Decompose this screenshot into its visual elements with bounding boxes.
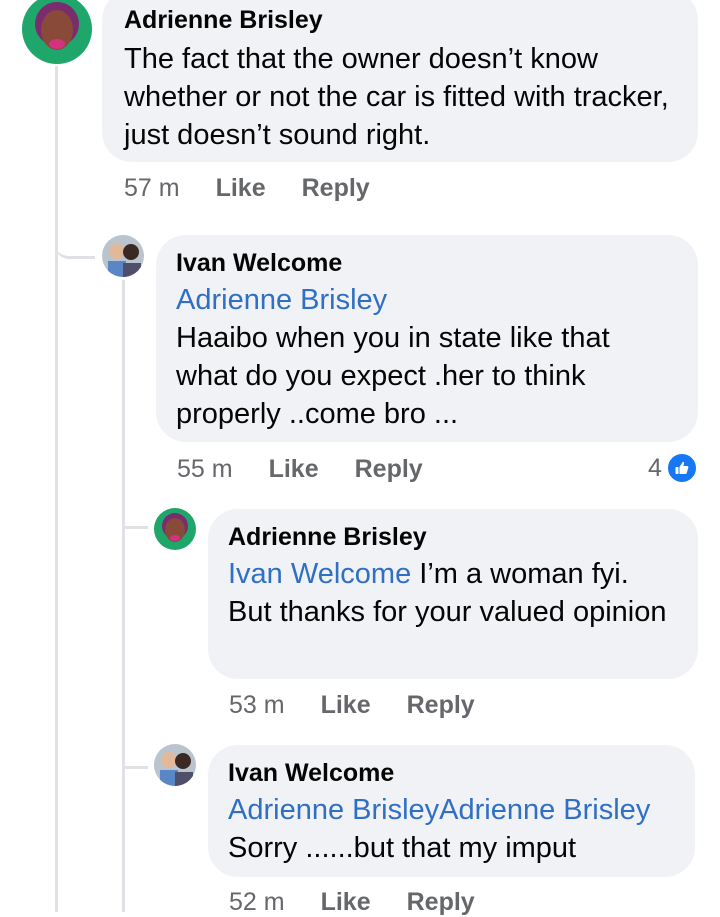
comment-author[interactable]: Adrienne Brisley <box>228 521 678 553</box>
reply-button[interactable]: Reply <box>302 174 370 203</box>
thread-line-reply <box>122 280 125 912</box>
avatar[interactable] <box>22 0 92 64</box>
mention-link[interactable]: Adrienne Brisley <box>176 281 678 319</box>
comment-author[interactable]: Ivan Welcome <box>176 247 678 279</box>
comment-text: The fact that the owner doesn’t know whe… <box>124 43 669 151</box>
comment-bubble: Adrienne Brisley Ivan Welcome I’m a woma… <box>208 509 698 679</box>
avatar[interactable] <box>154 744 196 786</box>
thread-connector <box>122 740 148 769</box>
avatar[interactable] <box>154 508 196 550</box>
reply-button[interactable]: Reply <box>407 691 475 720</box>
comment-text: Adrienne BrisleyAdrienne Brisley Sorry .… <box>228 791 675 867</box>
like-button[interactable]: Like <box>216 174 266 203</box>
reply-button[interactable]: Reply <box>355 455 423 484</box>
comment-bubble: Ivan Welcome Adrienne BrisleyAdrienne Br… <box>208 745 695 877</box>
thread-connector <box>55 226 95 259</box>
mention-link[interactable]: Adrienne BrisleyAdrienne Brisley <box>228 791 675 829</box>
like-button[interactable]: Like <box>321 888 371 917</box>
comment-time[interactable]: 52 m <box>229 888 285 917</box>
thread-connector <box>122 500 148 529</box>
comment-time[interactable]: 53 m <box>229 691 285 720</box>
reply-button[interactable]: Reply <box>407 888 475 917</box>
mention-link[interactable]: Ivan Welcome <box>228 558 411 590</box>
like-button[interactable]: Like <box>321 691 371 720</box>
thumbs-up-icon <box>665 452 698 484</box>
comment-time[interactable]: 55 m <box>177 455 233 484</box>
comment-text: Ivan Welcome I’m a woman fyi. But thanks… <box>228 555 678 631</box>
comment-bubble: Adrienne Brisley The fact that the owner… <box>102 0 698 162</box>
comment-time[interactable]: 57 m <box>124 174 180 203</box>
comment-bubble: Ivan Welcome Adrienne Brisley Haaibo whe… <box>156 235 698 442</box>
comment-text: Adrienne Brisley Haaibo when you in stat… <box>176 281 678 433</box>
comment-actions: 52 m Like Reply <box>229 888 511 917</box>
avatar[interactable] <box>102 235 144 277</box>
comment-author[interactable]: Adrienne Brisley <box>124 4 676 36</box>
comment-author[interactable]: Ivan Welcome <box>228 757 675 789</box>
comment-actions: 53 m Like Reply <box>229 691 511 720</box>
comment-body: Haaibo when you in state like that what … <box>176 322 610 430</box>
comment-body: Sorry ......but that my imput <box>228 832 577 864</box>
comment-actions: 55 m Like Reply <box>177 455 459 484</box>
thread-line-main <box>55 66 58 912</box>
comment-actions: 57 m Like Reply <box>124 174 406 203</box>
reaction-count: 4 <box>648 453 662 482</box>
reaction-summary[interactable]: 4 <box>648 452 698 484</box>
like-button[interactable]: Like <box>269 455 319 484</box>
